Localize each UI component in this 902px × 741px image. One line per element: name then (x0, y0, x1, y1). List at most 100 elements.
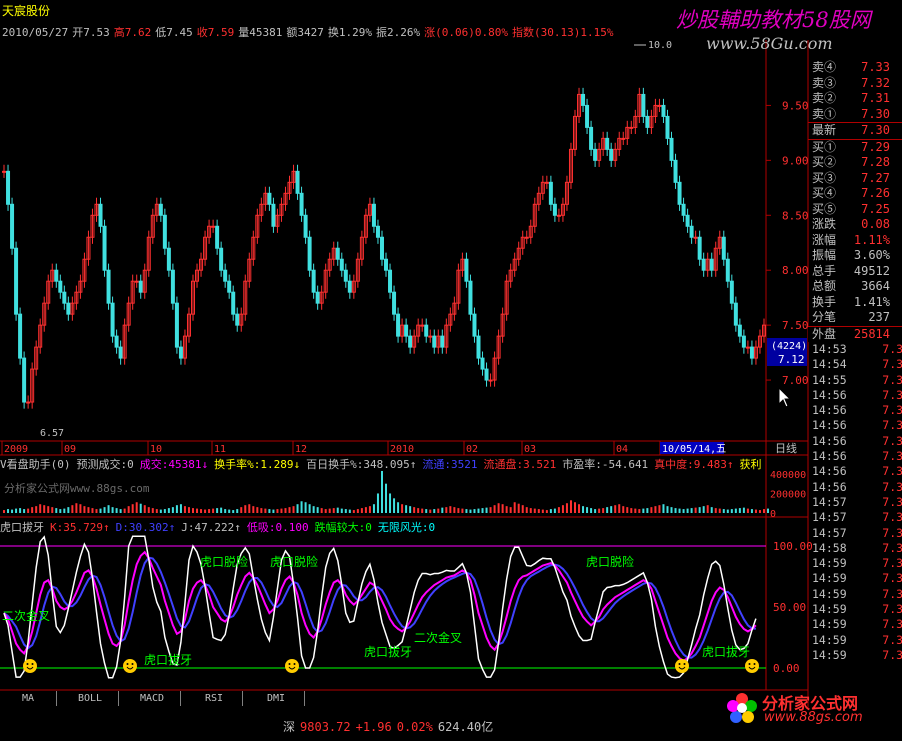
candle-body (464, 258, 469, 282)
volume-bar (115, 508, 118, 513)
index-field: 9803.72 (300, 720, 351, 734)
tick-row: 14:56 7.30 (808, 464, 902, 479)
stat-row: 振幅 3.60% (808, 248, 902, 264)
tick-time: 14:59 (812, 556, 847, 571)
volume-bar (694, 507, 697, 513)
candle-body (311, 269, 316, 293)
volume-bar (59, 509, 62, 513)
candle-body (605, 137, 610, 150)
tick-time: 14:59 (812, 586, 847, 601)
logo-url: www.88gs.com (764, 710, 863, 725)
volume-bar (151, 508, 154, 513)
volume-indicator-line: V看盘助手(0) 预测成交:0 成交:45381↓ 换手率%:1.289↓ 百日换手%:… (0, 456, 768, 472)
candle-body (480, 357, 485, 370)
chart-canvas[interactable]: 9.509.008.508.007.507.0010.06.57(4224)7.… (0, 0, 902, 741)
volume-bar (758, 510, 761, 513)
volume-bar (175, 505, 178, 513)
tab-dmi[interactable]: DMI (248, 691, 305, 706)
tab-ma[interactable]: MA (0, 691, 57, 706)
order-book-row[interactable]: 卖② 7.31 (808, 91, 902, 107)
volume-bar (7, 509, 10, 513)
index-field: 624.40亿 (437, 720, 494, 734)
volume-bar (561, 505, 564, 513)
kdj-indicator-line: 虎口拔牙 K:35.729↑ D:30.302↑ J:47.222↑ 低吸:0.100 跌… (0, 519, 441, 535)
candle-body (371, 203, 376, 227)
volume-bar (730, 509, 733, 513)
volume-bar (706, 505, 709, 513)
tick-row: 14:59 7.30 (808, 556, 902, 571)
stat-label: 外盘 (812, 326, 837, 341)
volume-bar (167, 508, 170, 513)
index-field: 深 (283, 720, 296, 734)
stat-value: 49512 (853, 263, 890, 278)
candle-body (219, 247, 224, 271)
tick-row: 14:56 7.30 (808, 480, 902, 495)
tick-row: 14:56 7.30 (808, 434, 902, 449)
stat-row: 总额 3664 (808, 279, 902, 295)
tab-macd[interactable]: MACD (124, 691, 181, 706)
time-tick-label: 02 (466, 444, 478, 455)
volume-bar (15, 508, 18, 513)
order-book-row[interactable]: 买① 7.29 (808, 140, 902, 156)
stat-value: 0.08 (861, 217, 890, 231)
price-tick-label: 9.00 (782, 154, 809, 167)
volume-bar (260, 508, 263, 513)
volume-bar (43, 505, 46, 513)
volume-bar (67, 507, 70, 513)
volume-bar (336, 507, 339, 513)
order-book-row[interactable]: 卖③ 7.32 (808, 76, 902, 92)
tick-price: 7.30 (882, 602, 902, 617)
smiley-icon (123, 659, 137, 673)
smiley-eye (31, 663, 34, 665)
volume-bar (31, 507, 34, 513)
stat-label: 总手 (812, 263, 837, 278)
volume-bar (734, 508, 737, 513)
quote-field: 振2.26% (375, 26, 421, 39)
volume-bar (256, 507, 259, 513)
volume-bar (55, 508, 58, 513)
quote-field: 指数(30.13)1.15% (511, 26, 614, 39)
tab-rsi[interactable]: RSI (186, 691, 243, 706)
order-label: 买⑤ (812, 201, 837, 216)
volume-bar (525, 507, 528, 513)
tick-row: 14:59 7.30 (808, 648, 902, 663)
volume-bar (292, 506, 295, 513)
volume-bar (224, 509, 227, 513)
order-book-row[interactable]: 买④ 7.26 (808, 186, 902, 202)
tick-row: 14:59 7.30 (808, 617, 902, 632)
volume-bar (702, 506, 705, 513)
order-book-row[interactable]: 卖④ 7.33 (808, 60, 902, 76)
order-price: 7.31 (861, 91, 890, 105)
order-book-row[interactable]: 买⑤ 7.25 (808, 202, 902, 218)
tick-row: 14:57 7.30 (808, 526, 902, 541)
volume-bar (493, 505, 496, 513)
kdj-tick-label: 100.00 (773, 540, 813, 553)
volume-bar (83, 506, 86, 513)
candle-body (428, 335, 433, 338)
candle-body (110, 302, 115, 337)
vol-indicator-field: 流通盘:3.521 (483, 458, 557, 471)
order-price: 7.26 (861, 186, 890, 200)
order-book-row[interactable]: 买③ 7.27 (808, 171, 902, 187)
order-price: 7.28 (861, 155, 890, 169)
smiley-eye (678, 663, 681, 665)
tab-boll[interactable]: BOLL (62, 691, 119, 706)
volume-bar (710, 507, 713, 513)
volume-bar (204, 509, 207, 513)
smiley-icon (675, 659, 689, 673)
volume-bar (312, 506, 315, 513)
volume-bar (541, 509, 544, 513)
tick-row: 14:57 7.30 (808, 495, 902, 510)
price-tick-label: 7.50 (782, 319, 809, 332)
candle-body (14, 247, 19, 315)
volume-bar (767, 508, 770, 513)
smiley-eye (288, 663, 291, 665)
order-book-row[interactable]: 卖① 7.30 (808, 107, 902, 123)
tick-time: 14:57 (812, 525, 847, 540)
volume-bar (236, 509, 239, 513)
volume-bar (127, 506, 130, 513)
candle-body (158, 203, 163, 216)
order-book-row[interactable]: 最新 7.30 (808, 122, 902, 140)
order-book-row[interactable]: 买② 7.28 (808, 155, 902, 171)
volume-bar (549, 509, 552, 513)
